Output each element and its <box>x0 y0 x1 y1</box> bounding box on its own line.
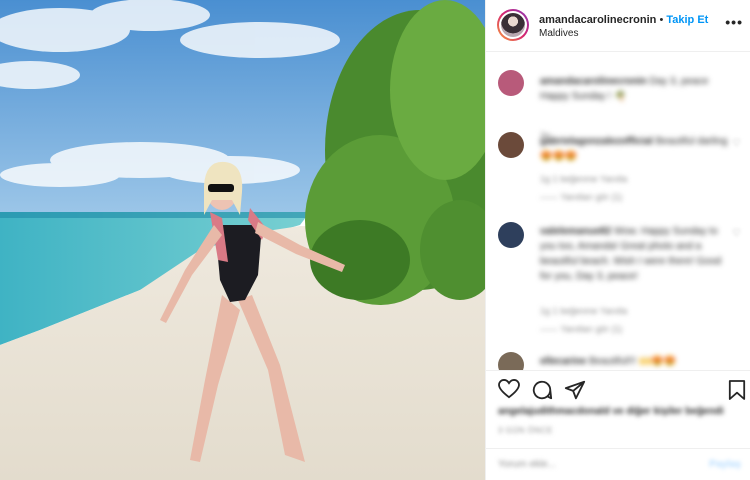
comment-author[interactable]: ellecarine <box>540 356 586 367</box>
comment-author[interactable]: gabrielagonzalezofficial <box>540 136 653 147</box>
author-line: amandacarolinecronin • Takip Et <box>539 14 708 26</box>
commenter-avatar[interactable] <box>498 132 524 158</box>
comment-meta: 1g 1 beğenme Yanıtla <box>540 306 628 316</box>
post-side-panel: amandacarolinecronin • Takip Et Maldives… <box>485 0 750 480</box>
post-comment-button[interactable]: Paylaş <box>709 459 741 470</box>
comment-body: Beautiful!!! <box>588 356 637 367</box>
heart-icon[interactable] <box>498 378 520 404</box>
post-actions-bar <box>486 370 750 406</box>
comment-emoji: 😍😍😍 <box>540 151 578 162</box>
post-location[interactable]: Maldives <box>539 28 578 39</box>
post-date[interactable]: 3 GÜN ÖNCE <box>498 426 553 435</box>
comment-like-icon[interactable]: ♡ <box>732 138 741 149</box>
comment-text: amandacarolinecronin Day 3, peace Happy … <box>540 74 728 104</box>
commenter-avatar[interactable] <box>498 222 524 248</box>
author-username[interactable]: amandacarolinecronin <box>539 14 656 26</box>
comment-author[interactable]: amandacarolinecronin <box>540 76 647 87</box>
comment-body: Beautiful darling <box>655 136 728 147</box>
add-comment-input[interactable]: Yorum ekle... <box>498 459 556 470</box>
author-avatar[interactable] <box>497 9 529 41</box>
likes-summary[interactable]: angelajudithmacdonald ve diğer kişiler b… <box>498 406 724 417</box>
comment-text: ellecarine Beautiful!!! 🙌😍😍 <box>540 354 728 369</box>
comment-like-icon[interactable]: ♡ <box>732 228 741 239</box>
bookmark-icon[interactable] <box>728 379 746 406</box>
post-header: amandacarolinecronin • Takip Et Maldives… <box>486 0 750 52</box>
comment-text: gabrielagonzalezofficial Beautiful darli… <box>540 134 728 164</box>
comments-list[interactable]: amandacarolinecronin Day 3, peace Happy … <box>486 52 750 370</box>
view-replies-link[interactable]: —— Yanıtları gör (1) <box>540 324 622 334</box>
commenter-avatar[interactable] <box>498 352 524 370</box>
separator-dot: • <box>659 14 664 26</box>
comment-text: valelemanue82 Wow. Happy Sunday to you t… <box>540 224 728 284</box>
comment-meta: 1g 1 beğenme Yanıtla <box>540 174 628 184</box>
add-comment-bar: Yorum ekle... Paylaş <box>486 448 750 480</box>
comment-author[interactable]: valelemanue82 <box>540 226 611 237</box>
view-replies-link[interactable]: —— Yanıtları gör (1) <box>540 192 622 202</box>
commenter-avatar[interactable] <box>498 70 524 96</box>
beach-photo <box>0 0 485 480</box>
post-photo[interactable] <box>0 0 485 480</box>
comment-emoji: 🙌😍😍 <box>638 356 677 367</box>
comment-emoji: 🌴 <box>613 91 627 102</box>
follow-button[interactable]: Takip Et <box>666 14 708 26</box>
more-options-icon[interactable]: ••• <box>725 14 743 30</box>
comment-icon[interactable] <box>531 379 553 406</box>
share-icon[interactable] <box>564 379 586 406</box>
